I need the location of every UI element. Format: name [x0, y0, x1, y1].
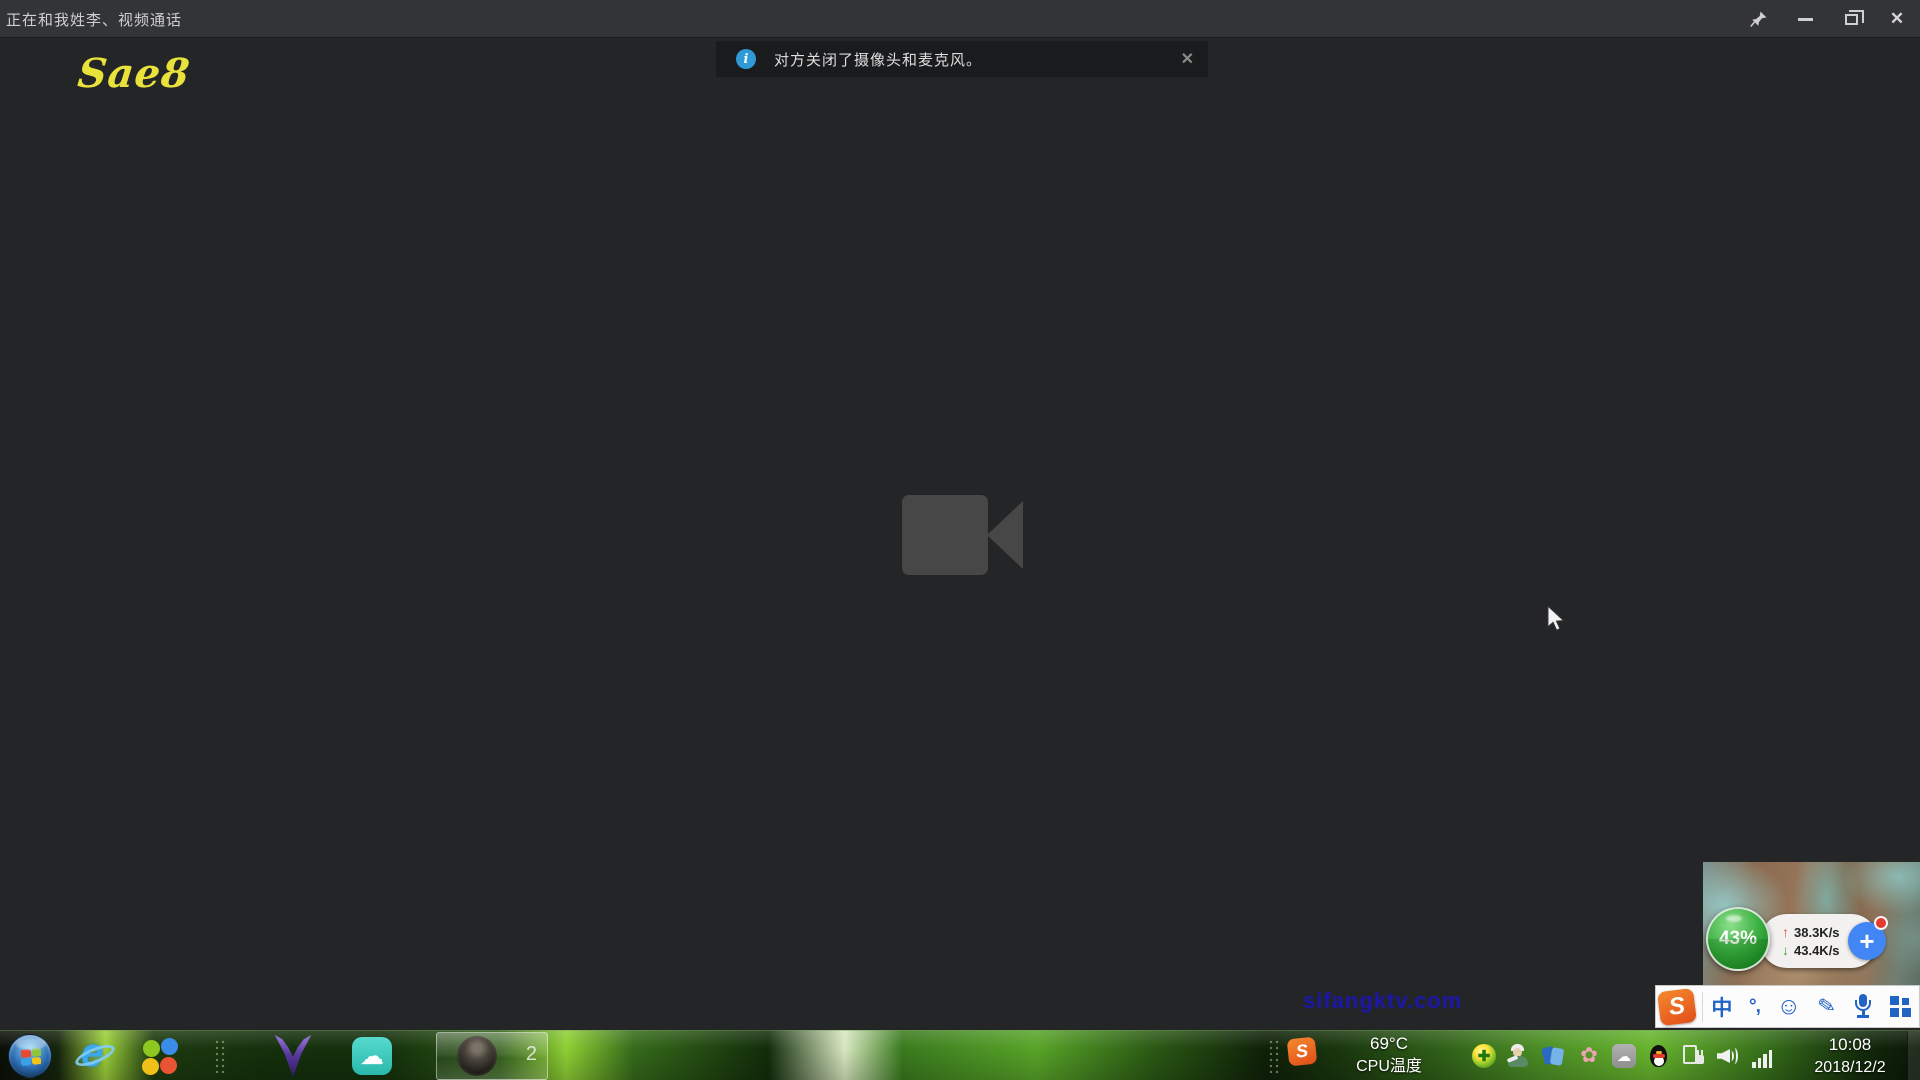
active-app-thumbnail [457, 1036, 497, 1076]
sogou-logo-icon[interactable]: S [1657, 987, 1697, 1025]
notification-close-icon[interactable]: ✕ [1181, 49, 1194, 69]
power-plug-icon[interactable] [1682, 1044, 1706, 1068]
close-icon: ✕ [1890, 9, 1904, 29]
card-front [1550, 1047, 1565, 1066]
browser-pinwheel-icon[interactable] [142, 1038, 180, 1076]
notification-banner: i 对方关闭了摄像头和麦克风。 ✕ [716, 41, 1208, 77]
handwriting-pencil-icon[interactable]: ✎ [1816, 993, 1838, 1021]
title-bar: 正在和我姓李、视频通话 ✕ [0, 0, 1920, 38]
window-title: 正在和我姓李、视频通话 [6, 9, 182, 30]
clock-time: 10:08 [1796, 1034, 1904, 1057]
signal-bar [1752, 1062, 1756, 1068]
ime-punctuation-toggle[interactable]: °, [1749, 996, 1760, 1018]
signal-bar [1769, 1050, 1773, 1068]
memory-percent-value: 43% [1719, 928, 1757, 950]
taskbar: e ☁ 2 S 69°C CPU温度 ✚ [0, 1030, 1920, 1080]
voice-input-mic-icon[interactable] [1852, 994, 1873, 1019]
start-button[interactable] [8, 1034, 52, 1078]
cpu-temp-label: CPU温度 [1324, 1056, 1454, 1078]
tray-separator [1268, 1039, 1280, 1073]
camera-lens-shape [987, 501, 1023, 569]
pinwheel-petal [160, 1057, 177, 1074]
notification-dot [1874, 916, 1888, 930]
maximize-button[interactable] [1828, 0, 1874, 38]
window-controls: ✕ [1736, 0, 1920, 38]
assistant-character-icon[interactable] [1507, 1044, 1531, 1068]
close-button[interactable]: ✕ [1874, 0, 1920, 38]
video-call-window: 正在和我姓李、视频通话 ✕ Sae8 i 对方关闭了摄像头和麦克风。 ✕ sif… [0, 0, 1920, 1080]
clock-date: 2018/12/2 [1796, 1057, 1904, 1079]
camera-body-shape [902, 495, 988, 575]
upload-arrow-icon: ↑ [1782, 924, 1789, 940]
cpu-temperature-readout[interactable]: 69°C CPU温度 [1324, 1033, 1454, 1078]
pinwheel-petal [161, 1038, 178, 1055]
signal-bar [1758, 1058, 1762, 1068]
internet-explorer-icon[interactable]: e [74, 1035, 116, 1077]
mouse-cursor [1546, 606, 1570, 637]
taskbar-separator [214, 1039, 226, 1073]
show-desktop-button[interactable] [1907, 1031, 1920, 1080]
ime-toolbar: S 中 °, ☺ ✎ [1655, 985, 1920, 1028]
speaker-wave [1731, 1048, 1738, 1064]
maximize-icon [1845, 14, 1858, 25]
app-logo: Sae8 [76, 50, 193, 97]
mic-arc [1855, 1000, 1871, 1011]
cloud-glyph: ☁ [360, 1042, 384, 1071]
sogou-tray-icon[interactable]: S [1287, 1037, 1318, 1067]
antivirus-360-icon[interactable]: ✚ [1472, 1044, 1496, 1068]
system-tray: ✚ ✿ ☁ [1472, 1044, 1776, 1068]
notification-text: 对方关闭了摄像头和麦克风。 [774, 49, 982, 70]
toolbox-square [1902, 998, 1909, 1005]
cloud-upload-icon[interactable]: ☁ [1612, 1044, 1636, 1068]
toolbox-square [1902, 1008, 1911, 1017]
signal-bar [1763, 1054, 1767, 1068]
minimize-icon [1798, 18, 1813, 21]
qq-penguin-icon[interactable] [1647, 1044, 1671, 1068]
phone-assistant-icon[interactable] [1542, 1044, 1566, 1068]
watermark-text: sifangktv.com [1303, 988, 1462, 1014]
windows-flag-icon [21, 1048, 41, 1066]
minimize-button[interactable] [1782, 0, 1828, 38]
traffic-monitor-widget[interactable]: ↑ 38.3K/s ↓ 43.4K/s 43% + [1702, 898, 1902, 988]
download-speed-value: 43.4K/s [1794, 943, 1840, 958]
toolbox-square [1890, 996, 1899, 1005]
download-arrow-icon: ↓ [1782, 942, 1789, 958]
mic-base [1857, 1015, 1869, 1018]
pin-icon[interactable] [1736, 0, 1782, 38]
ime-buttons: 中 °, ☺ ✎ [1703, 992, 1919, 1022]
app-window-count: 2 [526, 1043, 537, 1066]
volume-icon[interactable] [1717, 1044, 1741, 1068]
video-camera-icon [902, 493, 1024, 577]
penguin-scarf [1653, 1054, 1665, 1058]
upload-speed-value: 38.3K/s [1794, 925, 1840, 940]
cpu-temp-value: 69°C [1324, 1033, 1454, 1056]
info-icon: i [736, 49, 756, 69]
taskbar-clock[interactable]: 10:08 2018/12/2 [1796, 1034, 1904, 1079]
pinwheel-petal [143, 1040, 160, 1057]
memory-percent-ball[interactable]: 43% [1706, 907, 1770, 971]
pinwheel-petal [142, 1058, 159, 1075]
active-app-button[interactable]: 2 [436, 1032, 548, 1080]
toolbox-square [1890, 1008, 1899, 1017]
cloud-app-icon[interactable]: ☁ [352, 1037, 392, 1075]
video-stage: Sae8 i 对方关闭了摄像头和麦克风。 ✕ sifangktv.com ↑ 3… [0, 38, 1920, 1030]
network-signal-icon[interactable] [1752, 1044, 1776, 1068]
ime-toolbox-icon[interactable] [1890, 996, 1911, 1017]
pushpin-icon [1750, 10, 1768, 28]
ime-language-toggle[interactable]: 中 [1711, 992, 1732, 1022]
emoji-icon[interactable]: ☺ [1777, 993, 1802, 1021]
purple-app-icon[interactable] [274, 1035, 312, 1077]
plug-body [1695, 1055, 1704, 1064]
pink-flower-icon[interactable]: ✿ [1577, 1044, 1601, 1068]
